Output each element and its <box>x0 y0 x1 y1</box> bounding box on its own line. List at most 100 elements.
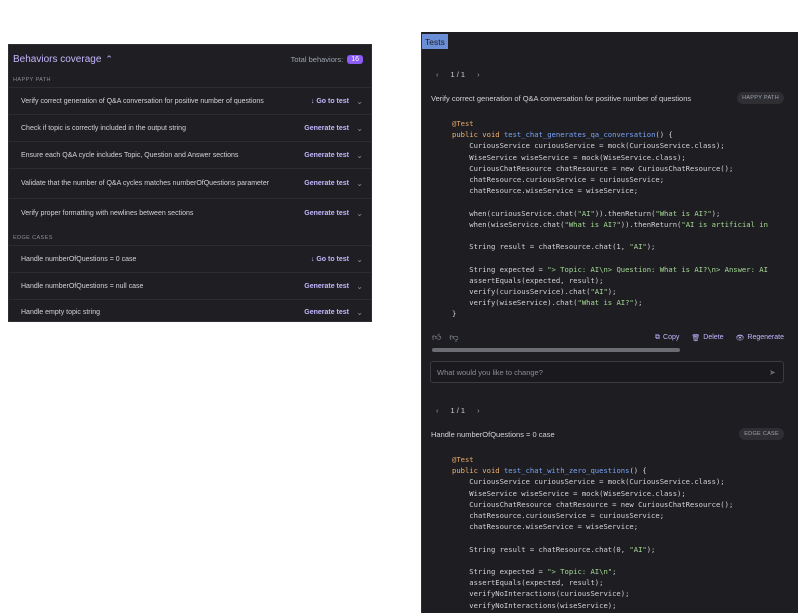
thumbs-up-icon[interactable]: 👍︎ <box>432 332 441 343</box>
tests-panel: Tests ‹ 1 / 1 › Verify correct generatio… <box>421 32 798 613</box>
copy-button[interactable]: ⧉ Copy <box>655 334 679 342</box>
behavior-row[interactable]: Handle numberOfQuestions = null case Gene… <box>9 272 371 299</box>
test-description: Verify correct generation of Q&A convers… <box>431 93 692 103</box>
test-description: Handle numberOfQuestions = 0 case <box>431 429 555 439</box>
code-line: verify(curiousService).chat("AI"); <box>452 287 617 297</box>
behavior-text: Handle numberOfQuestions = 0 case <box>21 255 137 263</box>
behavior-row[interactable]: Check if topic is correctly included in … <box>9 114 371 141</box>
code-line: String result = chatResource.chat(1, "AI… <box>452 242 656 252</box>
behavior-row[interactable]: Ensure each Q&A cycle includes Topic, Qu… <box>9 141 371 168</box>
section-label: EDGE CASES <box>13 235 53 241</box>
code-line: CuriousChatResource chatResource = new C… <box>452 499 734 509</box>
pager-label: 1 / 1 <box>450 70 466 79</box>
chevron-left-icon[interactable]: ‹ <box>436 70 439 79</box>
chevron-down-icon[interactable]: ⌄ <box>349 124 363 133</box>
code-line: } <box>452 309 457 319</box>
code-line: @Test <box>452 119 474 128</box>
code-line: verifyNoInteractions(wiseService); <box>452 600 617 610</box>
chevron-right-icon[interactable]: › <box>477 70 480 79</box>
behaviors-coverage-panel: Behaviors coverage ⌃ Total behaviors: 16… <box>8 44 372 322</box>
regenerate-button[interactable]: 👁︎ Regenerate <box>736 334 784 342</box>
horizontal-scrollbar[interactable] <box>432 348 680 352</box>
category-tag: EDGE CASE <box>739 428 784 440</box>
total-behaviors-count: 16 <box>347 54 363 64</box>
send-icon[interactable]: ➤ <box>769 368 783 377</box>
behavior-action-button[interactable]: Generate test <box>301 125 349 132</box>
behavior-text: Verify correct generation of Q&A convers… <box>21 97 264 105</box>
code-line: CuriousChatResource chatResource = new C… <box>452 163 734 173</box>
total-behaviors: Total behaviors: 16 <box>291 54 363 64</box>
behavior-row[interactable]: Verify proper formatting with newlines b… <box>9 198 371 227</box>
behavior-row[interactable]: Handle numberOfQuestions = 0 case ↓ Go to… <box>9 245 371 272</box>
chevron-down-icon[interactable]: ⌄ <box>349 179 363 188</box>
code-line: assertEquals(expected, result); <box>452 578 604 588</box>
test-description-row: Verify correct generation of Q&A convers… <box>431 92 784 104</box>
chevron-down-icon[interactable]: ⌄ <box>349 308 363 317</box>
trash-icon: 🗑︎ <box>691 334 701 342</box>
code-line: chatResource.wiseService = wiseService; <box>452 522 639 532</box>
code-line: CuriousService curiousService = mock(Cur… <box>452 477 725 487</box>
behavior-text: Validate that the number of Q&A cycles m… <box>21 180 270 187</box>
test-description-row-2: Handle numberOfQuestions = 0 case EDGE C… <box>431 428 784 440</box>
code-line: String expected = "> Topic: AI\n> Questi… <box>452 264 768 274</box>
chevron-right-icon[interactable]: › <box>477 406 480 415</box>
code-line: when(wiseService.chat("What is AI?")).th… <box>452 219 768 229</box>
thumbs-down-icon[interactable]: 👎︎ <box>449 332 458 343</box>
code-line: assertEquals(expected, result); <box>452 275 604 285</box>
test-pager: ‹ 1 / 1 › <box>436 70 480 79</box>
chevron-down-icon[interactable]: ⌄ <box>349 151 363 160</box>
code-line: chatResource.wiseService = wiseService; <box>452 186 639 196</box>
code-line: public void test_chat_with_zero_question… <box>452 466 647 476</box>
code-line: @Test <box>452 455 474 464</box>
behavior-row[interactable]: Verify correct generation of Q&A convers… <box>9 87 371 114</box>
behavior-action-button[interactable]: ↓ Go to test <box>301 98 349 105</box>
section-label: HAPPY PATH <box>13 77 51 83</box>
code-block-2[interactable]: @Test public void test_chat_with_zero_que… <box>452 454 733 611</box>
code-block[interactable]: @Test public void test_chat_generates_qa_… <box>452 118 768 320</box>
copy-label: Copy <box>663 334 680 341</box>
code-line: chatResource.curiousService = curiousSer… <box>452 511 665 521</box>
regenerate-label: Regenerate <box>747 334 784 341</box>
test-pager-2: ‹ 1 / 1 › <box>436 406 480 415</box>
code-line: verifyNoInteractions(curiousService); <box>452 589 630 599</box>
delete-button[interactable]: 🗑︎ Delete <box>691 334 723 342</box>
behaviors-title: Behaviors coverage <box>13 53 102 65</box>
chevron-down-icon[interactable]: ⌄ <box>349 97 363 106</box>
behavior-action-button[interactable]: Generate test <box>301 180 349 187</box>
behavior-action-button[interactable]: Generate test <box>301 309 349 316</box>
behavior-action-button[interactable]: Generate test <box>301 210 349 217</box>
change-request-input[interactable] <box>431 367 769 377</box>
behavior-row[interactable]: Handle empty topic string Generate test ⌄ <box>9 299 371 325</box>
chevron-down-icon[interactable]: ⌄ <box>349 282 363 291</box>
code-line: verify(wiseService).chat("What is AI?"); <box>452 298 643 308</box>
behavior-row[interactable]: Validate that the number of Q&A cycles m… <box>9 168 371 198</box>
category-tag: HAPPY PATH <box>737 92 784 104</box>
behavior-action-button[interactable]: Generate test <box>301 283 349 290</box>
behaviors-list: HAPPY PATH Verify correct generation of Q… <box>9 73 371 325</box>
code-line: WiseService wiseService = mock(WiseServi… <box>452 488 686 498</box>
change-request-box: ➤ <box>430 361 784 383</box>
behavior-text: Ensure each Q&A cycle includes Topic, Qu… <box>21 151 239 159</box>
code-line: CuriousService curiousService = mock(Cur… <box>452 141 725 151</box>
eye-icon: 👁︎ <box>735 334 745 342</box>
delete-label: Delete <box>703 334 724 341</box>
code-line: public void test_chat_generates_qa_conve… <box>452 130 673 140</box>
code-line: String result = chatResource.chat(0, "AI… <box>452 544 656 554</box>
copy-icon: ⧉ <box>655 333 661 341</box>
behavior-action-button[interactable]: Generate test <box>301 152 349 159</box>
chevron-left-icon[interactable]: ‹ <box>436 406 439 415</box>
chevron-up-icon: ⌃ <box>105 53 113 64</box>
behaviors-title-toggle[interactable]: Behaviors coverage ⌃ <box>13 54 113 65</box>
behaviors-header: Behaviors coverage ⌃ Total behaviors: 16 <box>9 45 371 73</box>
behavior-action-button[interactable]: ↓ Go to test <box>301 256 349 263</box>
chevron-down-icon[interactable]: ⌄ <box>349 209 363 218</box>
chevron-down-icon[interactable]: ⌄ <box>349 255 363 264</box>
behavior-text: Handle numberOfQuestions = null case <box>21 282 144 290</box>
behavior-text: Handle empty topic string <box>21 309 100 316</box>
behavior-text: Verify proper formatting with newlines b… <box>21 209 194 217</box>
